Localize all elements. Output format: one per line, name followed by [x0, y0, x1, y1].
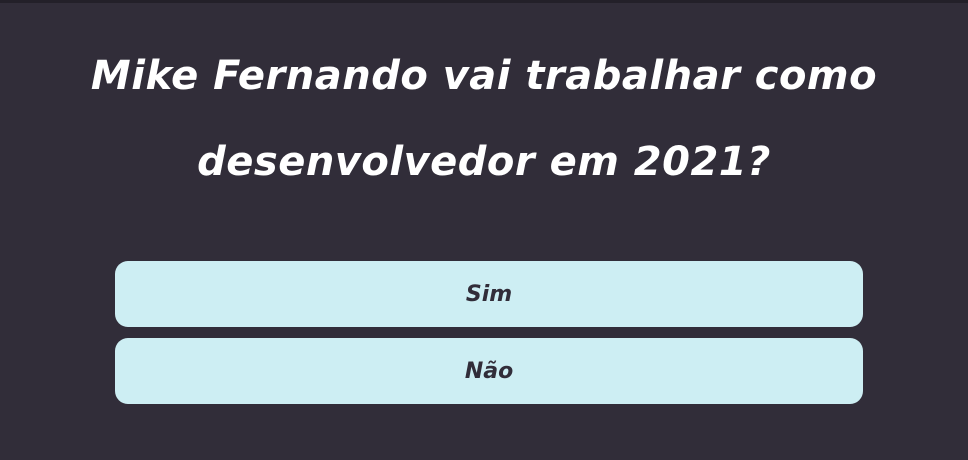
answer-button-sim[interactable]: Sim: [115, 261, 863, 327]
poll-question: Mike Fernando vai trabalhar como desenvo…: [0, 33, 968, 205]
answer-options: Sim Não: [115, 261, 863, 415]
poll-question-line-2: desenvolvedor em 2021?: [197, 139, 771, 185]
answer-button-nao[interactable]: Não: [115, 338, 863, 404]
poll-question-line-1: Mike Fernando vai trabalhar como: [90, 53, 878, 99]
